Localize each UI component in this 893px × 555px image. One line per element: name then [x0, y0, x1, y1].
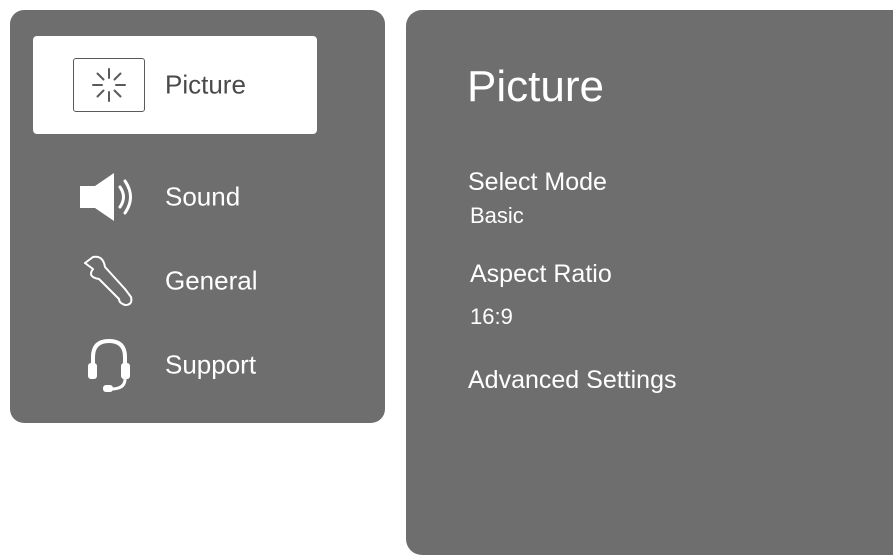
picture-settings-panel: Picture Select Mode Basic Aspect Ratio 1… [406, 10, 893, 555]
advanced-settings-option[interactable]: Advanced Settings [468, 366, 676, 395]
speaker-icon [71, 169, 147, 225]
menu-item-picture[interactable]: Picture [33, 36, 317, 134]
menu-item-label: Picture [165, 69, 246, 100]
select-mode-value: Basic [470, 203, 524, 228]
aspect-ratio-option[interactable]: Aspect Ratio [470, 260, 612, 289]
tv-settings-screen: Picture Sound General Support Picture Se… [0, 0, 893, 555]
wrench-icon [71, 253, 147, 309]
menu-item-label: Sound [165, 181, 241, 212]
menu-item-label: Support [165, 349, 257, 380]
menu-item-label: General [165, 265, 258, 296]
headset-icon [71, 337, 147, 393]
aspect-ratio-value: 16:9 [470, 304, 513, 329]
menu-item-support[interactable]: Support [33, 316, 317, 414]
settings-menu-panel: Picture Sound General Support [10, 10, 385, 423]
panel-title: Picture [467, 62, 604, 111]
picture-icon [71, 57, 147, 113]
select-mode-option[interactable]: Select Mode [468, 168, 607, 197]
